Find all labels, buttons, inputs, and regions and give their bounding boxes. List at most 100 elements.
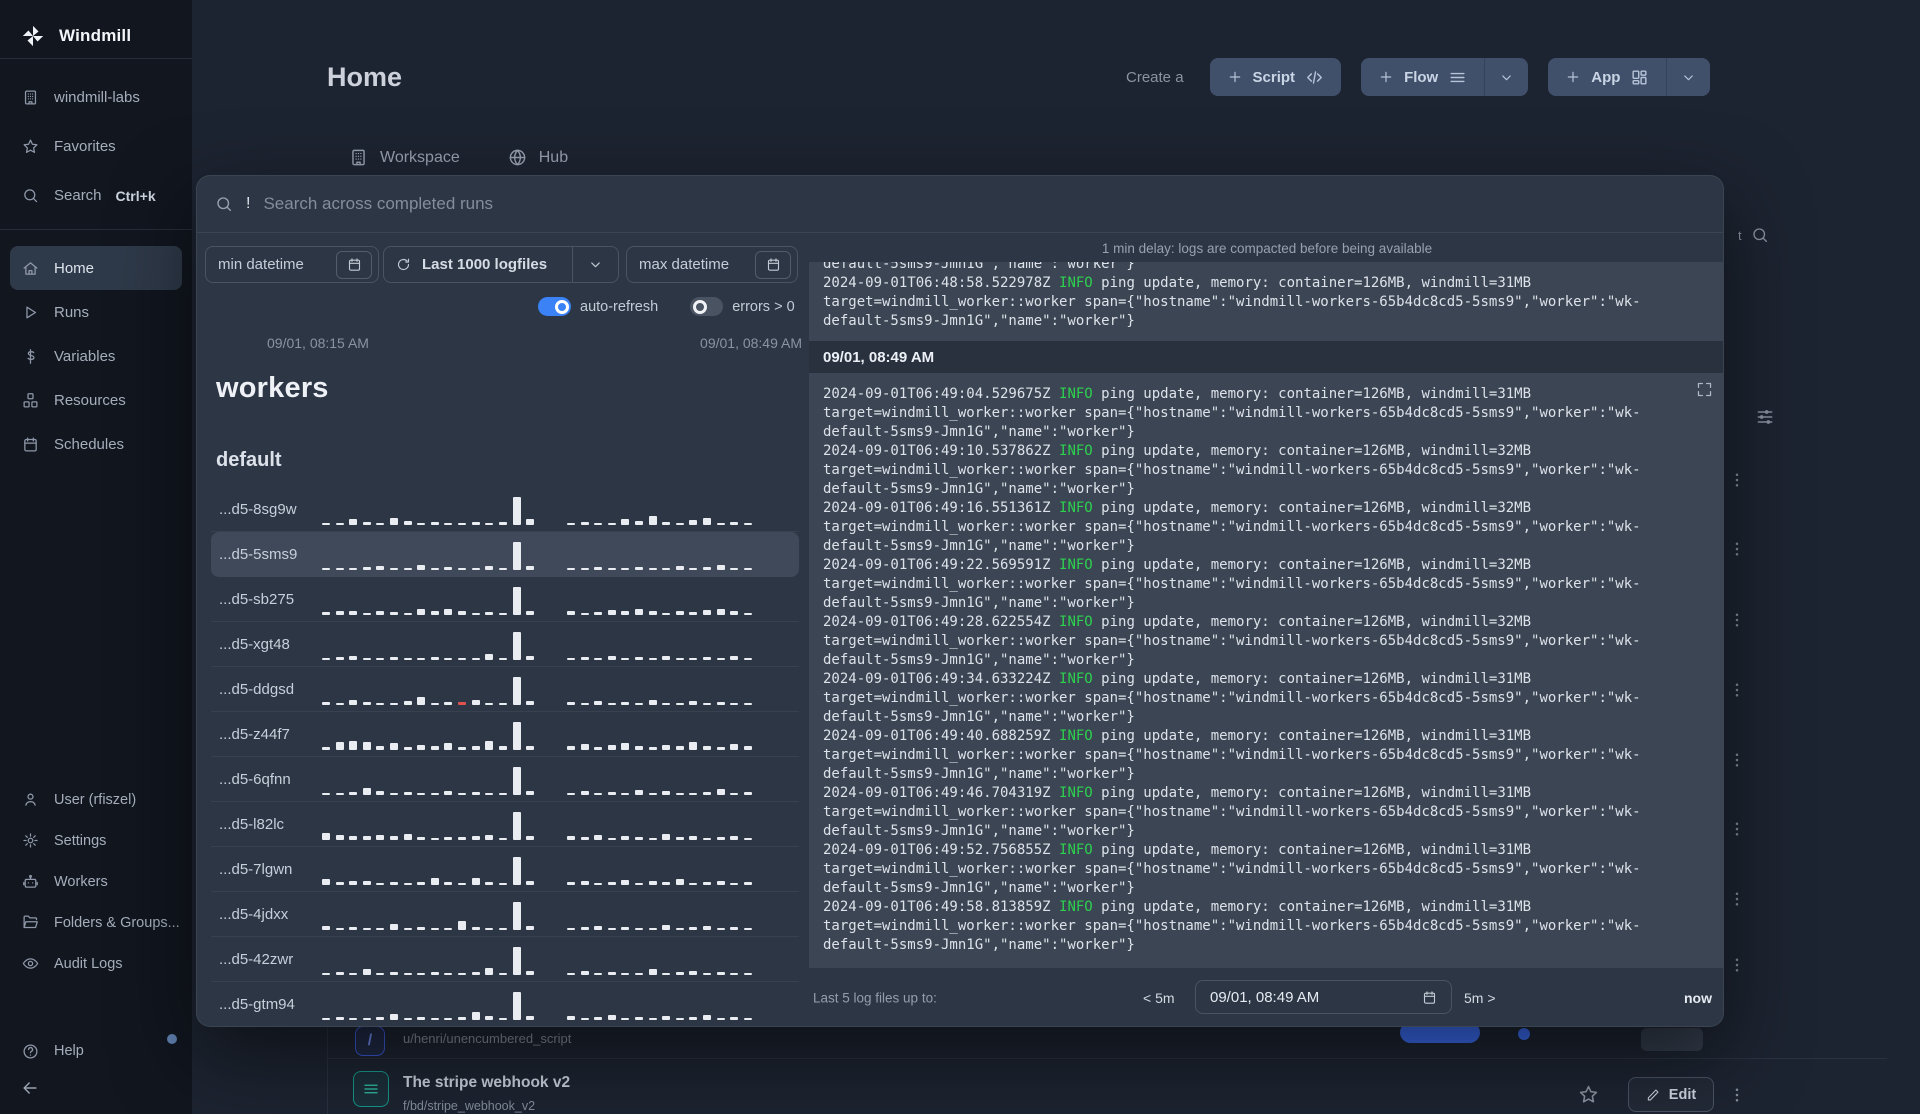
sidebar-item-folders-groups[interactable]: Folders & Groups... — [0, 902, 192, 943]
worker-activity-sparkline — [322, 628, 752, 660]
worker-row[interactable]: ...d5-5sms9 — [211, 532, 799, 577]
log-entry: 2024-09-01T06:49:40.688259Z INFO ping up… — [823, 728, 1641, 782]
sidebar-item-resources[interactable]: Resources — [0, 378, 192, 422]
worker-name: ...d5-7lgwn — [219, 860, 293, 878]
windmill-logo-icon — [20, 23, 46, 49]
step-back-5m-button[interactable]: < 5m — [1143, 990, 1175, 1006]
search-icon — [22, 187, 39, 204]
create-script-button[interactable]: Script — [1209, 58, 1342, 96]
boxes-icon — [22, 392, 39, 409]
log-entry: 2024-09-01T06:49:46.704319Z INFO ping up… — [823, 785, 1641, 839]
edit-flow-button[interactable]: Edit — [1628, 1077, 1714, 1112]
worker-activity-sparkline — [322, 763, 752, 795]
runs-search-input[interactable] — [263, 194, 1705, 214]
collapse-sidebar-button[interactable] — [20, 1078, 40, 1098]
worker-row[interactable]: ...d5-z44f7 — [211, 712, 799, 757]
app-dropdown-button[interactable] — [1666, 58, 1711, 96]
worker-group-title: default — [216, 449, 282, 471]
worker-row[interactable]: ...d5-gtm94 — [211, 982, 799, 1026]
create-row: Create a Script Flow App — [1126, 58, 1711, 96]
sidebar-item-favorites[interactable]: Favorites — [0, 122, 192, 171]
worker-row[interactable]: ...d5-6qfnn — [211, 757, 799, 802]
create-app-button[interactable]: App — [1548, 58, 1667, 96]
building-icon — [22, 89, 39, 106]
sidebar: Windmill windmill-labs Favorites Search Ctr… — [0, 0, 192, 1114]
favorite-star-icon[interactable] — [1578, 1084, 1599, 1105]
sidebar-item-runs[interactable]: Runs — [0, 290, 192, 334]
log-level: INFO — [1059, 500, 1093, 516]
kebab-menu-icon[interactable] — [1728, 540, 1746, 558]
step-forward-5m-button[interactable]: 5m > — [1464, 990, 1496, 1006]
worker-row[interactable]: ...d5-4jdxx — [211, 892, 799, 937]
min-datetime-calendar-button[interactable] — [336, 250, 372, 279]
sidebar-item-workers[interactable]: Workers — [0, 861, 192, 902]
sidebar-item-home[interactable]: Home — [10, 246, 182, 290]
auto-refresh-toggle[interactable] — [538, 297, 571, 316]
flow-title[interactable]: The stripe webhook v2 — [403, 1074, 570, 1092]
flow-dropdown-button[interactable] — [1484, 58, 1529, 96]
min-datetime-input[interactable]: min datetime — [205, 246, 379, 283]
partial-button[interactable] — [1641, 1028, 1703, 1051]
sidebar-item-audit-logs[interactable]: Audit Logs — [0, 943, 192, 984]
calendar-icon-button[interactable] — [1416, 983, 1442, 1011]
kebab-menu-icon[interactable] — [1728, 820, 1746, 838]
dollar-icon — [22, 348, 39, 365]
log-entry: 2024-09-01T06:49:58.813859Z INFO ping up… — [823, 899, 1641, 953]
worker-name: ...d5-sb275 — [219, 590, 295, 608]
worker-row[interactable]: ...d5-ddgsd — [211, 667, 799, 712]
sidebar-item-user-rfiszel[interactable]: User (rfiszel) — [0, 779, 192, 820]
log-level: INFO — [1059, 557, 1093, 573]
logfiles-dropdown-button[interactable] — [572, 247, 618, 282]
home-tabs: Workspace Hub — [349, 148, 568, 167]
expand-icon[interactable] — [1696, 381, 1713, 398]
log-level: INFO — [1059, 443, 1093, 459]
sidebar-item-settings[interactable]: Settings — [0, 820, 192, 861]
create-flow-button[interactable]: Flow — [1361, 58, 1485, 96]
errors-toggle[interactable] — [690, 297, 724, 316]
logfiles-current-option[interactable]: Last 1000 logfiles — [384, 256, 572, 273]
kebab-menu-icon[interactable] — [1728, 751, 1746, 769]
app-title: Windmill — [59, 26, 132, 45]
worker-activity-sparkline — [322, 718, 752, 750]
filter-sliders-icon[interactable] — [1755, 407, 1775, 427]
home-icon — [22, 260, 39, 277]
worker-activity-sparkline — [322, 493, 752, 525]
worker-row[interactable]: ...d5-8sg9w — [211, 487, 799, 532]
tab-hub[interactable]: Hub — [508, 148, 568, 167]
sidebar-item-variables[interactable]: Variables — [0, 334, 192, 378]
worker-row[interactable]: ...d5-xgt48 — [211, 622, 799, 667]
sidebar-item-windmill-labs[interactable]: windmill-labs — [0, 73, 192, 122]
worker-activity-sparkline — [322, 808, 752, 840]
now-button[interactable]: now — [1684, 990, 1712, 1006]
log-datetime-picker[interactable]: 09/01, 08:49 AM — [1195, 980, 1452, 1014]
max-datetime-calendar-button[interactable] — [755, 250, 791, 279]
kebab-menu-icon[interactable] — [1728, 471, 1746, 489]
kebab-menu-icon[interactable] — [1728, 1086, 1746, 1104]
script-path[interactable]: u/henri/unencumbered_script — [403, 1031, 571, 1046]
max-datetime-input[interactable]: max datetime — [626, 246, 798, 283]
kebab-menu-icon[interactable] — [1728, 890, 1746, 908]
errors-label: errors > 0 — [732, 298, 795, 315]
gear-icon — [22, 832, 39, 849]
sidebar-item-help[interactable]: Help — [0, 1033, 192, 1069]
kebab-menu-icon[interactable] — [1728, 681, 1746, 699]
worker-row[interactable]: ...d5-sb275 — [211, 577, 799, 622]
script-language-icon: / — [355, 1026, 385, 1056]
worker-row[interactable]: ...d5-42zwr — [211, 937, 799, 982]
sidebar-item-search[interactable]: Search Ctrl+k — [0, 171, 192, 220]
sidebar-item-schedules[interactable]: Schedules — [0, 422, 192, 466]
log-delay-note: 1 min delay: logs are compacted before b… — [1101, 241, 1433, 256]
tab-workspace[interactable]: Workspace — [349, 148, 460, 167]
workers-title: workers — [216, 372, 329, 404]
log-block-previous: default-5sms9-Jmn1G","name":"worker"} 202… — [809, 262, 1723, 341]
kebab-menu-icon[interactable] — [1728, 611, 1746, 629]
worker-row[interactable]: ...d5-l82lc — [211, 802, 799, 847]
calendar-icon — [22, 436, 39, 453]
worker-row[interactable]: ...d5-7lgwn — [211, 847, 799, 892]
kebab-menu-icon[interactable] — [1728, 956, 1746, 974]
app-logo[interactable]: Windmill — [0, 0, 192, 56]
search-icon[interactable] — [1751, 226, 1769, 244]
toolbar-text-fragment: t — [1738, 228, 1742, 243]
logfiles-select: Last 1000 logfiles — [383, 246, 619, 283]
auto-refresh-label: auto-refresh — [580, 298, 659, 315]
